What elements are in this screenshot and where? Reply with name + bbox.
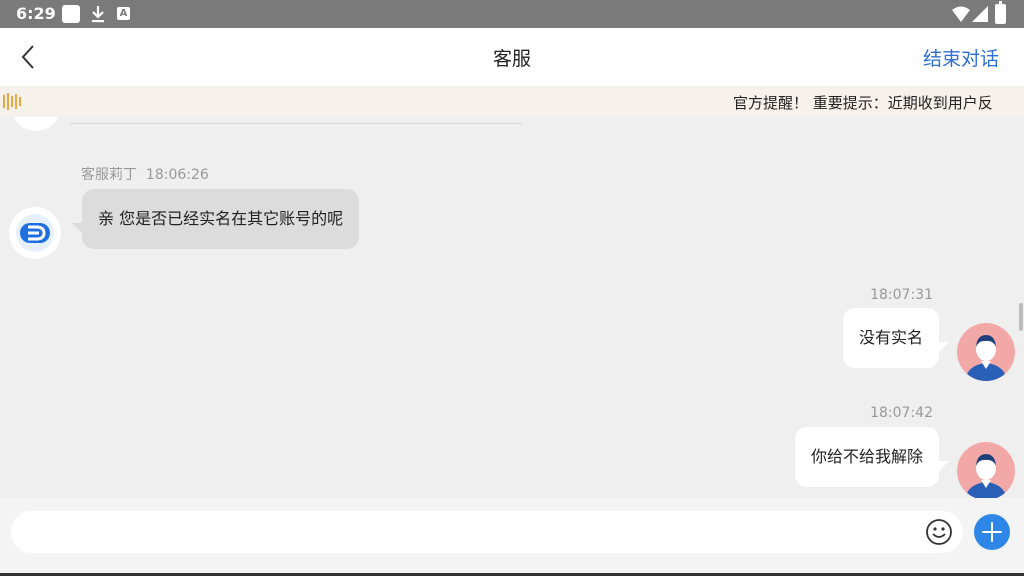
notice-text: 官方提醒！ 重要提示：近期收到用户反 bbox=[733, 94, 993, 112]
scrollbar-thumb[interactable] bbox=[1019, 303, 1023, 331]
plus-icon[interactable] bbox=[974, 514, 1010, 550]
battery-icon bbox=[995, 1, 1006, 24]
status-bar: 6:29 A bbox=[0, 0, 1024, 28]
message-time: 18:07:31 bbox=[870, 287, 933, 303]
user-message-bubble[interactable]: 没有实名 bbox=[842, 308, 950, 368]
status-time: 6:29 bbox=[16, 4, 56, 23]
end-chat-button[interactable]: 结束对话 bbox=[923, 44, 999, 71]
notice-banner: 官方提醒！ 重要提示：近期收到用户反 bbox=[0, 86, 1024, 117]
sound-wave-icon bbox=[3, 93, 21, 110]
download-icon bbox=[92, 6, 104, 23]
user-avatar[interactable] bbox=[957, 323, 1015, 381]
user-message-bubble[interactable]: 你给不给我解除 bbox=[794, 427, 950, 487]
smiley-icon[interactable] bbox=[925, 518, 953, 546]
chevron-left-icon[interactable] bbox=[14, 42, 44, 72]
input-bar bbox=[0, 498, 1024, 576]
person-avatar-icon bbox=[965, 454, 1007, 498]
page-title: 客服 bbox=[492, 48, 531, 70]
square-notification-icon bbox=[62, 5, 80, 23]
chat-area[interactable]: 客服莉丁 18:06:26 亲 您是否已经实名在其它账号的呢 18:07:31 … bbox=[0, 117, 1024, 498]
agent-name: 客服莉丁 bbox=[81, 167, 137, 183]
signal-icon bbox=[972, 6, 988, 22]
divider bbox=[70, 123, 522, 124]
agent-avatar bbox=[11, 117, 61, 131]
message-input[interactable] bbox=[11, 511, 963, 553]
message-time: 18:06:26 bbox=[145, 167, 209, 183]
message-time: 18:07:42 bbox=[870, 405, 933, 421]
a-badge-icon: A bbox=[117, 7, 130, 20]
user-avatar[interactable] bbox=[957, 442, 1015, 498]
agent-avatar[interactable] bbox=[9, 207, 61, 259]
brand-logo-icon bbox=[16, 214, 54, 252]
wifi-icon bbox=[952, 6, 970, 22]
person-avatar-icon bbox=[965, 335, 1007, 381]
message-meta: 客服莉丁 18:06:26 bbox=[81, 164, 209, 184]
agent-message-bubble[interactable]: 亲 您是否已经实名在其它账号的呢 bbox=[71, 189, 360, 249]
header-bar: 客服 结束对话 bbox=[0, 28, 1024, 86]
